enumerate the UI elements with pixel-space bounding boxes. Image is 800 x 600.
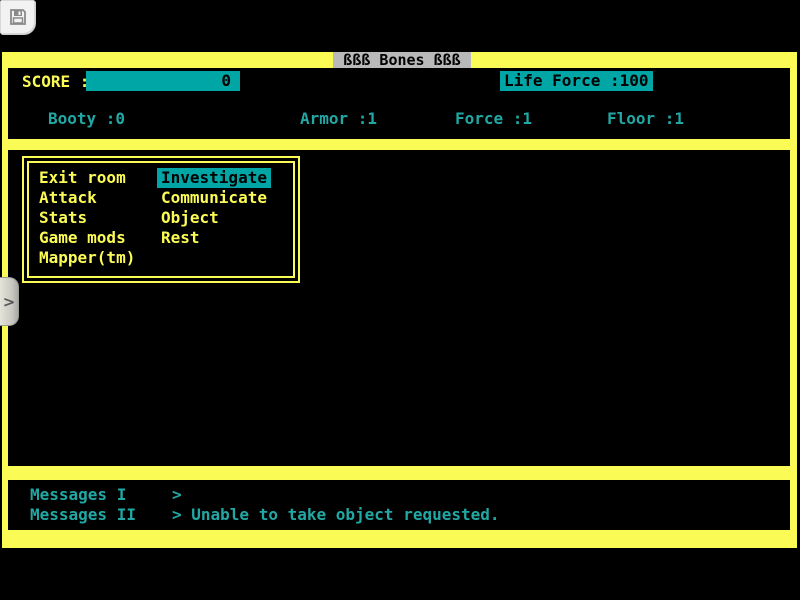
message-row-1: Messages I >: [8, 485, 790, 505]
main-viewport: Exit room Investigate Attack Communicate…: [8, 150, 790, 466]
messages-1-label: Messages I: [30, 485, 172, 505]
menu-item-rest[interactable]: Rest: [161, 228, 200, 248]
game-window: ßßß Bones ßßß SCORE : 0 Life Force :100 …: [0, 0, 800, 600]
sidebar-expand-handle[interactable]: >: [0, 277, 19, 326]
menu-item-object[interactable]: Object: [161, 208, 219, 228]
status-panel: SCORE : 0 Life Force :100 Booty :0 Armor…: [8, 68, 790, 139]
stat-force: Force :1: [455, 109, 532, 128]
messages-panel: Messages I > Messages II > Unable to tak…: [8, 480, 790, 530]
score-bar: 0: [86, 71, 240, 91]
messages-2-text: > Unable to take object requested.: [172, 505, 500, 525]
menu-item-investigate[interactable]: Investigate: [157, 168, 271, 188]
game-screen: ßßß Bones ßßß SCORE : 0 Life Force :100 …: [2, 52, 797, 548]
menu-item-exit-room[interactable]: Exit room: [39, 168, 161, 188]
menu-item-game-mods[interactable]: Game mods: [39, 228, 161, 248]
message-row-2: Messages II > Unable to take object requ…: [8, 505, 790, 525]
floppy-disk-icon: [8, 7, 28, 27]
menu-item-attack[interactable]: Attack: [39, 188, 161, 208]
command-menu: Exit room Investigate Attack Communicate…: [22, 156, 300, 283]
menu-item-stats[interactable]: Stats: [39, 208, 161, 228]
score-label: SCORE :: [22, 72, 89, 91]
stat-floor: Floor :1: [607, 109, 684, 128]
menu-item-communicate[interactable]: Communicate: [161, 188, 267, 208]
messages-1-text: >: [172, 485, 182, 505]
window-title: ßßß Bones ßßß: [333, 52, 471, 69]
chevron-right-icon: >: [3, 293, 16, 311]
command-menu-inner: Exit room Investigate Attack Communicate…: [27, 161, 295, 278]
messages-2-label: Messages II: [30, 505, 172, 525]
stat-booty: Booty :0: [48, 109, 125, 128]
menu-item-mapper[interactable]: Mapper(tm): [39, 248, 161, 268]
stat-armor: Armor :1: [300, 109, 377, 128]
save-button[interactable]: [0, 0, 35, 34]
life-force-badge: Life Force :100: [500, 71, 653, 91]
